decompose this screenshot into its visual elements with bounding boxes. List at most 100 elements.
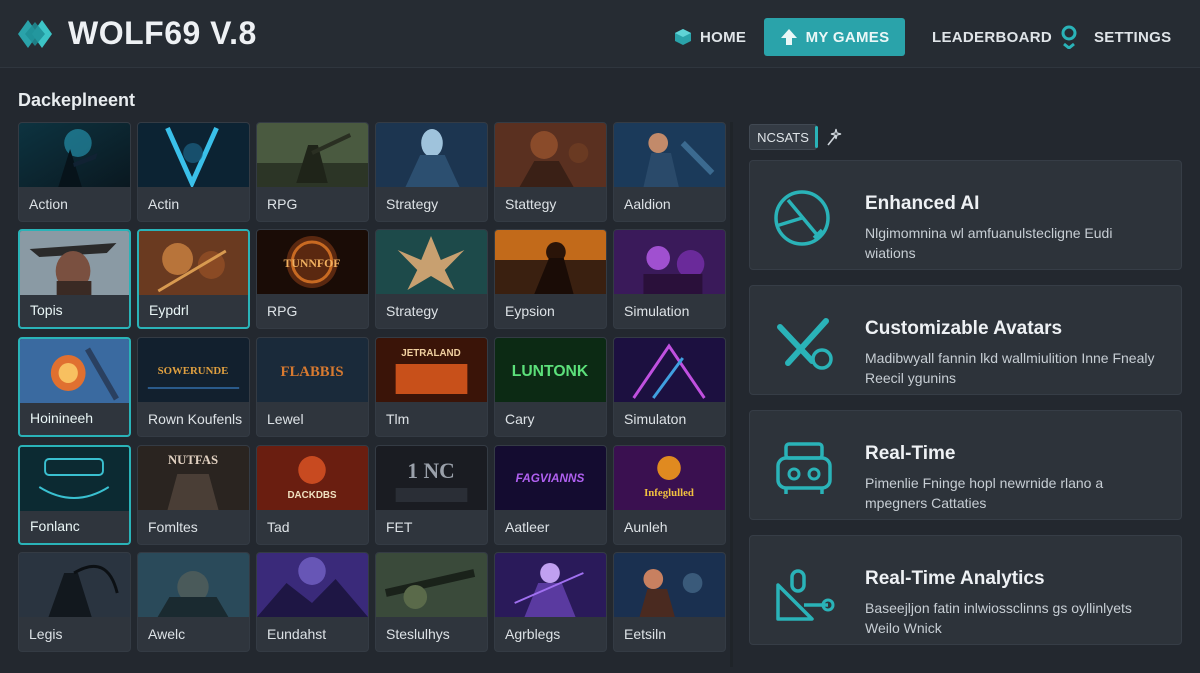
game-tile[interactable]: Steslulhys bbox=[375, 552, 488, 652]
game-tile[interactable]: Infeglulled Aunleh bbox=[613, 445, 726, 545]
game-thumbnail bbox=[138, 123, 249, 187]
thumbnail-title: DACKDBS bbox=[287, 490, 336, 501]
game-thumbnail bbox=[257, 123, 368, 187]
game-tile[interactable]: RPG bbox=[256, 122, 369, 222]
game-tile[interactable]: Eundahst bbox=[256, 552, 369, 652]
thumbnail-title: FAGVIANNS bbox=[516, 471, 585, 485]
game-thumbnail bbox=[495, 123, 606, 187]
game-tile-label: Eundahst bbox=[267, 626, 327, 642]
game-tile[interactable]: Fonlanc bbox=[18, 445, 131, 545]
magic-wand-icon[interactable] bbox=[826, 128, 842, 146]
game-tile-label: Cary bbox=[505, 411, 535, 427]
feature-title: Enhanced AI bbox=[865, 193, 980, 214]
game-tile[interactable]: DACKDBS Tad bbox=[256, 445, 369, 545]
feature-card[interactable]: Enhanced AI Nlgimomnina wl amfuanulstecl… bbox=[749, 160, 1182, 270]
feature-card[interactable]: Real-Time Pimenlie Fninge hopl newrnide … bbox=[749, 410, 1182, 520]
analytics-link-icon bbox=[776, 569, 835, 621]
game-tile-label: Lewel bbox=[267, 411, 304, 427]
game-tile-label: Tad bbox=[267, 519, 290, 535]
game-thumbnail: FLABBIS bbox=[257, 338, 368, 402]
game-thumbnail bbox=[376, 230, 487, 294]
thumbnail-title: LUNTONK bbox=[512, 363, 589, 380]
nav-settings-label: SETTINGS bbox=[1094, 28, 1172, 46]
game-tile[interactable]: Awelc bbox=[137, 552, 250, 652]
game-tile-label: FET bbox=[386, 519, 413, 535]
game-thumbnail bbox=[495, 230, 606, 294]
nav-home[interactable]: HOME bbox=[674, 18, 746, 56]
game-tile-label: Strategy bbox=[386, 196, 439, 212]
game-tile-label: Simulaton bbox=[624, 411, 687, 427]
feature-description: Madibwyall fannin lkd wallmiulition Inne… bbox=[865, 350, 1155, 386]
game-tile[interactable]: NUTFAS Fomltes bbox=[137, 445, 250, 545]
game-thumbnail: Infeglulled bbox=[614, 446, 725, 510]
game-thumbnail: 1 NC bbox=[376, 446, 487, 510]
game-tile[interactable]: Hoinineeh bbox=[18, 337, 131, 437]
game-thumbnail bbox=[495, 553, 606, 617]
game-thumbnail bbox=[614, 338, 725, 402]
feature-title: Customizable Avatars bbox=[865, 318, 1063, 339]
arrow-up-icon bbox=[780, 29, 797, 45]
game-tile-label: Aaldion bbox=[624, 196, 671, 212]
news-tag-accent bbox=[815, 126, 818, 148]
feature-card[interactable]: Customizable Avatars Madibwyall fannin l… bbox=[749, 285, 1182, 395]
game-tile-label: RPG bbox=[267, 196, 298, 212]
game-tile[interactable]: FAGVIANNS Aatleer bbox=[494, 445, 607, 545]
nav-leaderboard[interactable]: LEADERBOARD bbox=[932, 18, 1052, 56]
game-tile-label: Tlm bbox=[386, 411, 410, 427]
radar-sweep-icon bbox=[774, 190, 830, 246]
game-tile[interactable]: Legis bbox=[18, 552, 131, 652]
game-tile[interactable]: LUNTONK Cary bbox=[494, 337, 607, 437]
game-thumbnail bbox=[20, 231, 129, 295]
game-thumbnail: JETRALAND bbox=[376, 338, 487, 402]
game-tile[interactable]: Eetsiln bbox=[613, 552, 726, 652]
feature-description: Nlgimomnina wl amfuanulstecligne Eudi wi… bbox=[865, 225, 1113, 261]
game-grid: Action Actin RPG Strategy Stattegy Aaldi… bbox=[18, 122, 726, 654]
game-tile[interactable]: Stattegy bbox=[494, 122, 607, 222]
game-tile-label: Actin bbox=[148, 196, 180, 212]
game-tile[interactable]: Simulation bbox=[613, 229, 726, 329]
nav-my-games[interactable]: MY GAMES bbox=[764, 18, 905, 56]
game-tile[interactable]: 1 NC FET bbox=[375, 445, 488, 545]
nav-settings[interactable]: SETTINGS bbox=[1060, 18, 1171, 56]
game-tile-label: Agrblegs bbox=[505, 626, 561, 642]
nav-home-label: HOME bbox=[700, 28, 747, 46]
thumbnail-title: SOWERUNDE bbox=[158, 365, 229, 377]
game-tile[interactable]: Eypsion bbox=[494, 229, 607, 329]
game-tile-label: Strategy bbox=[386, 303, 439, 319]
game-tile-label: Steslulhys bbox=[386, 626, 450, 642]
game-thumbnail: NUTFAS bbox=[138, 446, 249, 510]
game-tile[interactable]: Strategy bbox=[375, 229, 488, 329]
news-tag[interactable]: NCSATS bbox=[749, 124, 817, 150]
game-thumbnail bbox=[20, 447, 129, 511]
game-tile-label: Topis bbox=[30, 302, 63, 318]
game-tile[interactable]: Agrblegs bbox=[494, 552, 607, 652]
game-tile[interactable]: TUNNFOF RPG bbox=[256, 229, 369, 329]
game-tile[interactable]: Topis bbox=[18, 229, 131, 329]
game-tile[interactable]: Actin bbox=[137, 122, 250, 222]
nav-my-games-label: MY GAMES bbox=[805, 28, 890, 46]
feature-title: Real-Time bbox=[865, 443, 956, 464]
location-pin-icon bbox=[1061, 25, 1077, 49]
game-thumbnail: DACKDBS bbox=[257, 446, 368, 510]
game-thumbnail: SOWERUNDE bbox=[138, 338, 249, 402]
game-tile[interactable]: Strategy bbox=[375, 122, 488, 222]
app-title: WOLF69 V.8 bbox=[68, 15, 257, 51]
home-box-icon bbox=[675, 29, 691, 45]
feature-card[interactable]: Real-Time Analytics Baseejljon fatin inl… bbox=[749, 535, 1182, 645]
game-tile-label: Simulation bbox=[624, 303, 690, 319]
game-thumbnail bbox=[139, 231, 248, 295]
game-tile[interactable]: Aaldion bbox=[613, 122, 726, 222]
game-tile[interactable]: Simulaton bbox=[613, 337, 726, 437]
game-tile[interactable]: Action bbox=[18, 122, 131, 222]
game-tile[interactable]: FLABBIS Lewel bbox=[256, 337, 369, 437]
game-tile[interactable]: SOWERUNDE Rown Koufenls bbox=[137, 337, 250, 437]
game-tile[interactable]: Eypdrl bbox=[137, 229, 250, 329]
game-tile[interactable]: JETRALAND Tlm bbox=[375, 337, 488, 437]
game-tile-label: Aunleh bbox=[624, 519, 668, 535]
game-thumbnail: LUNTONK bbox=[495, 338, 606, 402]
game-tile-label: Fonlanc bbox=[30, 518, 80, 534]
game-thumbnail bbox=[376, 123, 487, 187]
nav-leaderboard-label: LEADERBOARD bbox=[932, 28, 1052, 46]
game-tile-label: Eypdrl bbox=[149, 302, 189, 318]
game-thumbnail bbox=[138, 553, 249, 617]
